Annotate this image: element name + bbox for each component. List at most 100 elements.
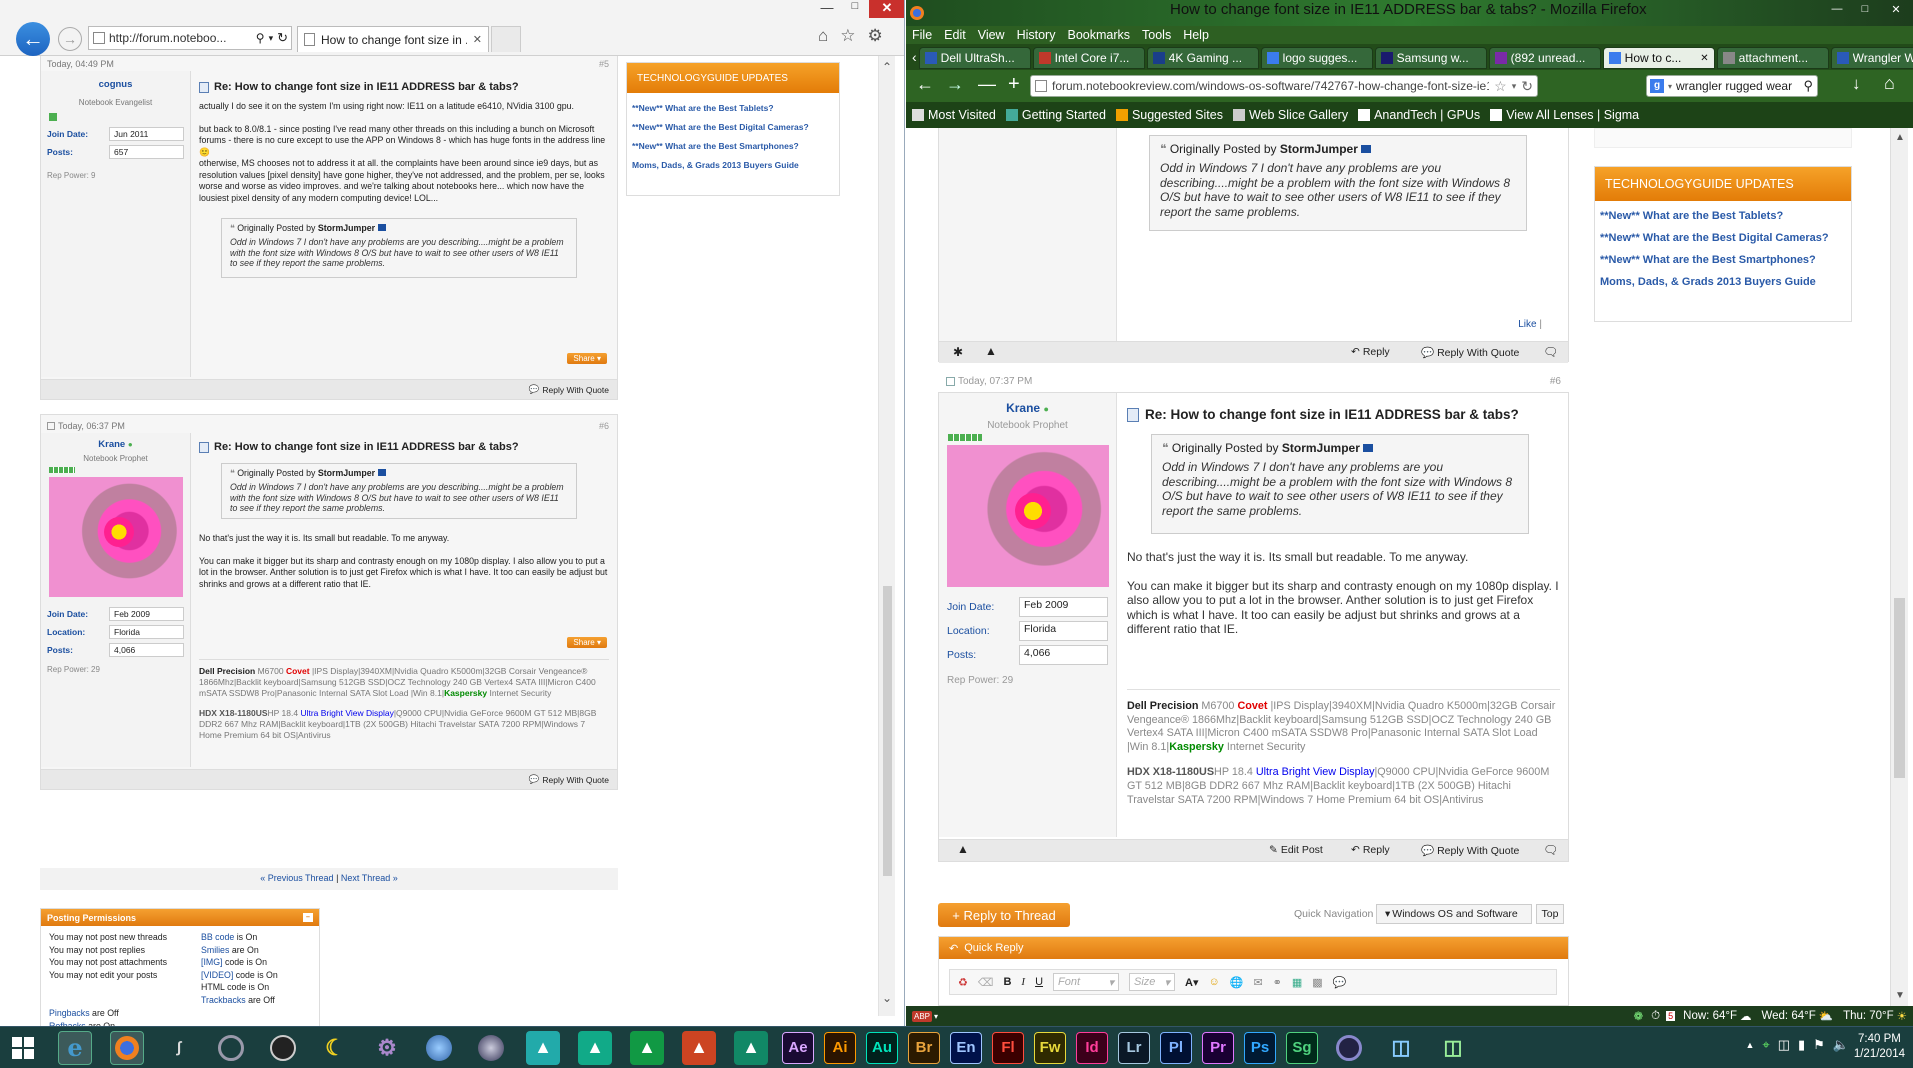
ff-tab[interactable]: 4K Gaming ... xyxy=(1146,47,1259,69)
post-settings-icon[interactable]: ✱ xyxy=(953,345,963,359)
username[interactable]: Krane xyxy=(1006,401,1040,415)
ff-tab[interactable]: (892 unread... xyxy=(1488,47,1601,69)
quote-author[interactable]: StormJumper xyxy=(318,468,375,478)
edit-post-button[interactable]: ✎ Edit Post xyxy=(1269,844,1323,856)
menu-tools[interactable]: Tools xyxy=(1142,28,1171,42)
bookmark-item[interactable]: View All Lenses | Sigma xyxy=(1490,108,1639,122)
adobe-ae-icon[interactable]: Ae xyxy=(782,1031,814,1064)
bookmark-item[interactable]: AnandTech | GPUs xyxy=(1358,108,1480,122)
tg-update-link[interactable]: **New** What are the Best Tablets? xyxy=(627,99,839,118)
firefox-taskbar-icon[interactable] xyxy=(110,1030,144,1065)
zoom-out-icon[interactable]: — xyxy=(978,74,996,95)
app-taskbar-icon[interactable]: ▲ xyxy=(630,1030,664,1065)
dropdown-icon[interactable]: ▾ xyxy=(1512,81,1517,92)
menu-edit[interactable]: Edit xyxy=(944,28,966,42)
adobe-ai-icon[interactable]: Ai xyxy=(824,1031,856,1064)
ff-tab[interactable]: attachment... xyxy=(1716,47,1829,69)
quick-reply-header[interactable]: ↶ Quick Reply xyxy=(939,937,1568,959)
adobe-fl-icon[interactable]: Fl xyxy=(992,1031,1024,1064)
app-taskbar-icon[interactable] xyxy=(1332,1031,1366,1065)
image-icon[interactable]: ▦ xyxy=(1292,976,1302,989)
scroll-down-icon[interactable]: ⌄ xyxy=(882,991,892,1005)
tg-update-link[interactable]: **New** What are the Best Digital Camera… xyxy=(627,118,839,137)
google-icon[interactable]: g xyxy=(1650,79,1664,93)
scroll-down-icon[interactable]: ▼ xyxy=(1895,990,1905,1001)
app-taskbar-icon[interactable] xyxy=(474,1031,508,1065)
previous-thread-link[interactable]: « Previous Thread xyxy=(260,873,333,883)
username[interactable]: cognus xyxy=(41,79,190,90)
quote-author[interactable]: StormJumper xyxy=(1280,142,1358,156)
close-tab-icon[interactable]: ✕ xyxy=(1700,53,1708,64)
adobe-lr-icon[interactable]: Lr xyxy=(1118,1031,1150,1064)
quote-author[interactable]: StormJumper xyxy=(318,223,375,233)
tg-update-link[interactable]: **New** What are the Best Tablets? xyxy=(1595,205,1851,227)
app-taskbar-icon[interactable]: ⚙ xyxy=(370,1031,404,1065)
checkbox-icon[interactable] xyxy=(946,376,955,386)
view-post-icon[interactable] xyxy=(1361,145,1372,153)
clock[interactable]: 7:40 PM 1/21/2014 xyxy=(1854,1032,1905,1062)
adobe-pr-icon[interactable]: Pr xyxy=(1202,1031,1234,1064)
permission-code-link[interactable]: [VIDEO] xyxy=(201,970,233,980)
bookmark-item[interactable]: Most Visited xyxy=(912,108,996,122)
zoom-in-icon[interactable]: + xyxy=(1008,73,1020,96)
reply-with-quote-button[interactable]: 💬 Reply With Quote xyxy=(529,384,609,395)
close-button[interactable]: ✕ xyxy=(1879,3,1913,16)
ff-tab[interactable]: Intel Core i7... xyxy=(1032,47,1145,69)
sig-ultra-bright[interactable]: Ultra Bright View Display xyxy=(1256,766,1375,778)
home-icon[interactable]: ⌂ xyxy=(818,26,828,46)
scroll-up-icon[interactable]: ⌃ xyxy=(882,60,892,74)
ie-taskbar-icon[interactable]: e xyxy=(58,1030,92,1065)
wifi-icon[interactable]: ⌖ xyxy=(1762,1037,1769,1053)
forward-arrow-icon[interactable]: → xyxy=(946,74,964,95)
download-icon[interactable]: ↓ xyxy=(1852,74,1861,94)
tab-scroll-left-icon[interactable]: ‹ xyxy=(912,49,917,65)
ff-scrollbar[interactable]: ▲ ▼ xyxy=(1890,128,1908,1006)
adobe-sg-icon[interactable]: Sg xyxy=(1286,1031,1318,1064)
app-taskbar-icon[interactable]: ◫ xyxy=(1436,1031,1470,1065)
permission-code-link[interactable]: Smilies xyxy=(201,945,229,955)
refresh-icon[interactable]: ↻ xyxy=(277,30,288,46)
quick-navigation-select[interactable]: ▾ Windows OS and Software xyxy=(1376,904,1532,924)
gear-icon[interactable]: ⚙ xyxy=(868,26,883,46)
permission-code-link[interactable]: Trackbacks xyxy=(201,995,246,1005)
app-taskbar-icon[interactable] xyxy=(266,1031,300,1065)
tg-update-link[interactable]: **New** What are the Best Smartphones? xyxy=(1595,249,1851,271)
quote-author[interactable]: StormJumper xyxy=(1282,441,1360,455)
bookmark-item[interactable]: Suggested Sites xyxy=(1115,108,1223,122)
dropdown-icon[interactable]: ▾ xyxy=(934,1012,938,1021)
weather-wed[interactable]: Wed: 64°F xyxy=(1761,1010,1815,1022)
quote-insert-icon[interactable]: 💬 xyxy=(1333,976,1347,989)
ie-scrollbar[interactable]: ⌃ ⌄ xyxy=(878,56,895,1016)
like-button[interactable]: Like | xyxy=(1518,319,1542,330)
minimize-button[interactable]: — xyxy=(1823,3,1851,15)
ff-tab[interactable]: Wrangler W... xyxy=(1830,47,1913,69)
back-button[interactable]: ← xyxy=(16,22,50,56)
sig-ultra-bright[interactable]: Ultra Bright View Display xyxy=(300,708,393,718)
ie-scrollbar-thumb[interactable] xyxy=(883,586,892,876)
reply-with-quote-button[interactable]: 💬 Reply With Quote xyxy=(1421,346,1519,360)
bold-button[interactable]: B xyxy=(1003,976,1011,988)
adobe-au-icon[interactable]: Au xyxy=(866,1031,898,1064)
minimize-button[interactable]: — xyxy=(813,0,841,18)
back-arrow-icon[interactable]: ← xyxy=(916,74,934,95)
forward-button[interactable]: → xyxy=(58,27,82,51)
bookmark-star-icon[interactable]: ☆ xyxy=(1494,78,1507,95)
adobe-ps-icon[interactable]: Ps xyxy=(1244,1031,1276,1064)
avatar[interactable] xyxy=(49,477,183,597)
weather-thu[interactable]: Thu: 70°F xyxy=(1843,1010,1894,1022)
underline-button[interactable]: U xyxy=(1035,976,1043,988)
reply-button[interactable]: ↶ Reply xyxy=(1351,346,1390,358)
adobe-en-icon[interactable]: En xyxy=(950,1031,982,1064)
tg-update-link[interactable]: Moms, Dads, & Grads 2013 Buyers Guide xyxy=(1595,271,1851,293)
bookmark-item[interactable]: Getting Started xyxy=(1005,108,1106,122)
username[interactable]: Krane xyxy=(98,439,125,450)
search-icon[interactable]: ⚲ xyxy=(256,31,265,45)
top-button[interactable]: Top xyxy=(1536,904,1564,924)
close-button[interactable]: ✕ xyxy=(869,0,904,18)
reload-icon[interactable]: ↻ xyxy=(1521,78,1533,95)
signal-icon[interactable]: ▮ xyxy=(1798,1037,1805,1053)
network-icon[interactable]: ◫ xyxy=(1778,1037,1790,1053)
share-button[interactable]: Share ▾ xyxy=(567,353,607,364)
smiley-icon[interactable]: ☺ xyxy=(1209,976,1220,988)
app-taskbar-icon[interactable]: ∫ xyxy=(162,1031,196,1065)
